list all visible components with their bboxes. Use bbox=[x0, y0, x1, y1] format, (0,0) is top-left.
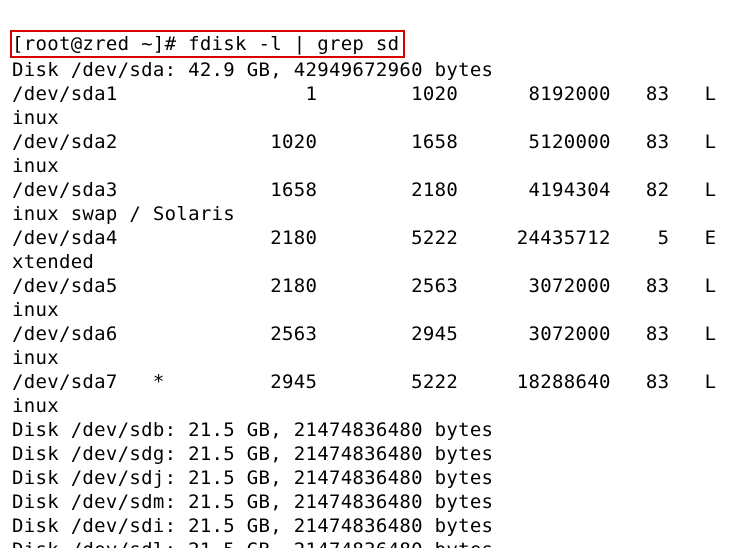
partition-row: inux bbox=[12, 106, 744, 130]
terminal-output: [root@zred ~]# fdisk -l | grep sdDisk /d… bbox=[0, 0, 754, 548]
disk-line: Disk /dev/sdi: 21.5 GB, 21474836480 byte… bbox=[12, 514, 744, 538]
partition-row: inux bbox=[12, 394, 744, 418]
partition-row: xtended bbox=[12, 250, 744, 274]
partition-row: inux swap / Solaris bbox=[12, 202, 744, 226]
partition-row: inux bbox=[12, 346, 744, 370]
command-highlight: [root@zred ~]# fdisk -l | grep sd bbox=[10, 30, 405, 58]
disk-line: Disk /dev/sdb: 21.5 GB, 21474836480 byte… bbox=[12, 418, 744, 442]
partition-row: /dev/sda3 1658 2180 4194304 82 L bbox=[12, 178, 744, 202]
disk-line: Disk /dev/sda: 42.9 GB, 42949672960 byte… bbox=[12, 58, 744, 82]
partition-row: /dev/sda7 * 2945 5222 18288640 83 L bbox=[12, 370, 744, 394]
disk-line: Disk /dev/sdj: 21.5 GB, 21474836480 byte… bbox=[12, 466, 744, 490]
disk-line: Disk /dev/sdg: 21.5 GB, 21474836480 byte… bbox=[12, 442, 744, 466]
command-line: [root@zred ~]# fdisk -l | grep sd bbox=[12, 32, 744, 58]
disk-line: Disk /dev/sdm: 21.5 GB, 21474836480 byte… bbox=[12, 490, 744, 514]
partition-row: /dev/sda2 1020 1658 5120000 83 L bbox=[12, 130, 744, 154]
partition-row: /dev/sda1 1 1020 8192000 83 L bbox=[12, 82, 744, 106]
disk-line: Disk /dev/sdl: 21.5 GB, 21474836480 byte… bbox=[12, 538, 744, 548]
partition-row: inux bbox=[12, 154, 744, 178]
partition-row: inux bbox=[12, 298, 744, 322]
partition-row: /dev/sda6 2563 2945 3072000 83 L bbox=[12, 322, 744, 346]
partition-row: /dev/sda4 2180 5222 24435712 5 E bbox=[12, 226, 744, 250]
partition-row: /dev/sda5 2180 2563 3072000 83 L bbox=[12, 274, 744, 298]
